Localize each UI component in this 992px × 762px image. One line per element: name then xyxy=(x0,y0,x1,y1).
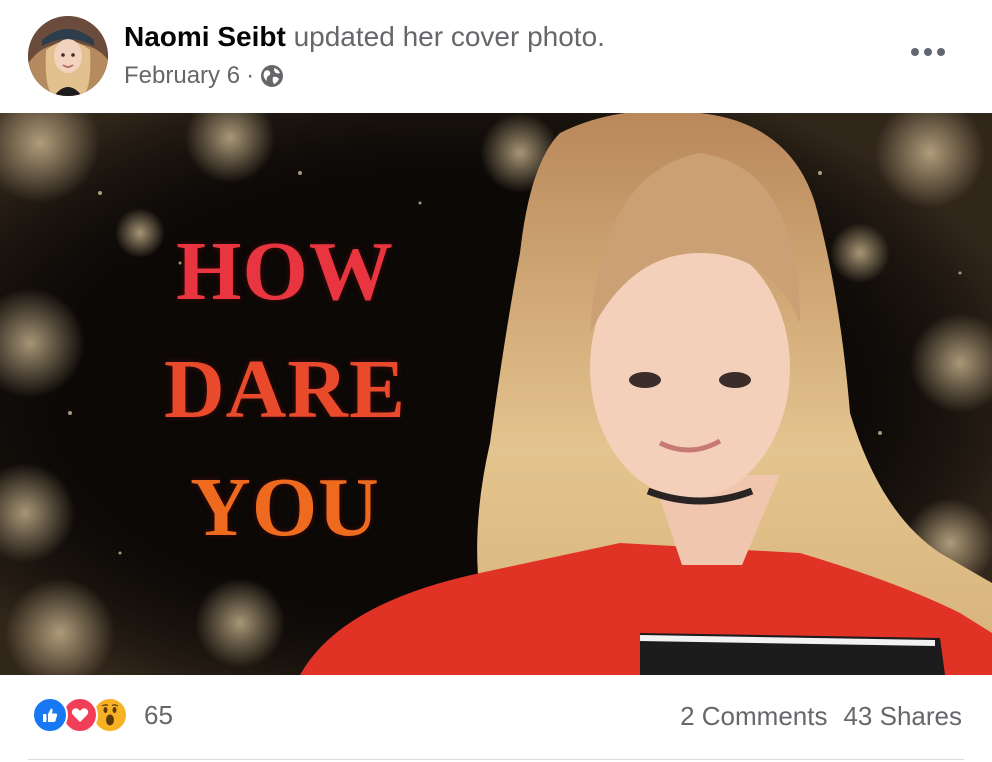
meta-separator: · xyxy=(246,62,255,89)
reactions-summary[interactable]: 65 xyxy=(32,697,173,733)
post-title-line: Naomi Seibt updated her cover photo. xyxy=(124,20,605,54)
more-options-dot xyxy=(937,48,945,56)
more-options-dot xyxy=(924,48,932,56)
like-icon xyxy=(32,697,68,733)
shares-count[interactable]: 43 Shares xyxy=(843,701,962,732)
post-footer: 65 2 Comments 43 Shares xyxy=(0,675,992,762)
cover-word-dare: DARE xyxy=(163,343,406,436)
author-name[interactable]: Naomi Seibt xyxy=(124,21,286,52)
post-action-text: updated her cover photo. xyxy=(293,21,605,52)
facebook-post: Naomi Seibt updated her cover photo. Feb… xyxy=(0,0,992,762)
footer-divider xyxy=(28,759,964,760)
post-header: Naomi Seibt updated her cover photo. Feb… xyxy=(0,0,992,113)
avatar-image xyxy=(28,16,108,96)
comments-count[interactable]: 2 Comments xyxy=(680,701,827,732)
author-avatar[interactable] xyxy=(28,16,108,96)
post-date[interactable]: February 6 xyxy=(124,60,240,92)
more-options-button[interactable] xyxy=(900,32,956,72)
globe-icon[interactable] xyxy=(260,64,284,88)
more-options-icon xyxy=(911,48,919,56)
cover-photo-caption: HOW DARE YOU xyxy=(120,213,450,567)
cover-word-you: YOU xyxy=(190,461,380,554)
cover-word-how: HOW xyxy=(176,225,394,318)
cover-photo[interactable]: HOW DARE YOU xyxy=(0,113,992,675)
reaction-count: 65 xyxy=(144,699,173,730)
post-meta: February 6 · xyxy=(124,60,284,92)
engagement-stats: 2 Comments 43 Shares xyxy=(680,701,962,732)
